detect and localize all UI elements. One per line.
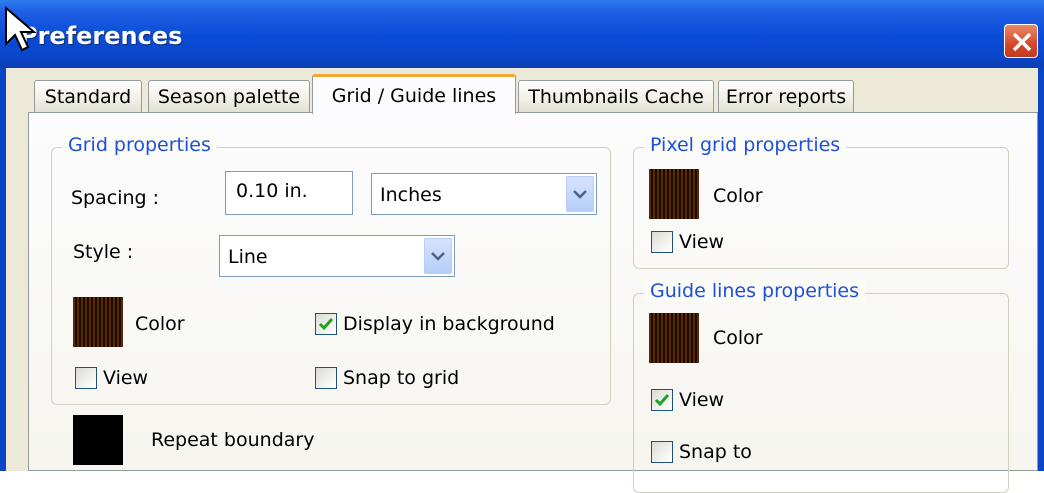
- window-title: Preferences: [20, 22, 183, 50]
- pixel-grid-color-swatch[interactable]: [649, 169, 699, 219]
- snap-to-grid-label: Snap to grid: [343, 367, 460, 389]
- guide-lines-color-label: Color: [713, 327, 763, 349]
- chevron-down-icon[interactable]: [566, 176, 594, 212]
- tab-panel: Grid properties Spacing : 0.10 in. Inche…: [28, 112, 1038, 493]
- grid-view-checkbox[interactable]: [75, 367, 97, 389]
- tab-label: Thumbnails Cache: [528, 85, 704, 108]
- grid-color-label: Color: [135, 313, 185, 335]
- checkmark-icon: [318, 318, 334, 331]
- chevron-down-icon[interactable]: [424, 238, 452, 274]
- repeat-boundary-label: Repeat boundary: [151, 429, 315, 451]
- guide-lines-color-swatch[interactable]: [649, 313, 699, 363]
- spacing-value: 0.10 in.: [236, 180, 308, 202]
- group-title: Grid properties: [62, 134, 217, 156]
- tab-label: Season palette: [157, 85, 301, 108]
- guide-lines-snap-to-checkbox[interactable]: [651, 441, 673, 463]
- checkmark-icon: [654, 394, 670, 407]
- tab-label: Error reports: [725, 85, 847, 108]
- tab-label: Grid / Guide lines: [331, 84, 497, 107]
- repeat-boundary-swatch[interactable]: [73, 415, 123, 465]
- tab-label: Standard: [44, 85, 132, 108]
- grid-color-swatch[interactable]: [73, 297, 123, 347]
- pixel-grid-color-label: Color: [713, 185, 763, 207]
- title-bar[interactable]: Preferences: [0, 0, 1044, 68]
- group-title: Guide lines properties: [644, 280, 866, 302]
- guide-lines-view-label: View: [679, 389, 725, 411]
- guide-lines-snap-to-label: Snap to: [679, 441, 752, 463]
- tab-standard[interactable]: Standard: [34, 80, 142, 112]
- tab-thumbnails-cache[interactable]: Thumbnails Cache: [518, 80, 714, 112]
- pixel-grid-view-checkbox[interactable]: [651, 231, 673, 253]
- snap-to-grid-checkbox[interactable]: [315, 367, 337, 389]
- style-label: Style :: [73, 241, 134, 263]
- display-in-background-label: Display in background: [343, 313, 555, 335]
- unit-select[interactable]: Inches: [371, 173, 597, 215]
- mouse-pointer-icon: [5, 6, 37, 52]
- guide-lines-view-checkbox[interactable]: [651, 389, 673, 411]
- unit-value: Inches: [380, 184, 442, 206]
- close-button[interactable]: [1004, 24, 1038, 58]
- style-value: Line: [228, 246, 268, 268]
- spacing-label: Spacing :: [71, 187, 160, 209]
- tab-season-palette[interactable]: Season palette: [148, 80, 310, 112]
- pixel-grid-view-label: View: [679, 231, 725, 253]
- tab-error-reports[interactable]: Error reports: [718, 80, 854, 112]
- style-select[interactable]: Line: [219, 235, 455, 277]
- display-in-background-checkbox[interactable]: [315, 313, 337, 335]
- close-icon: [1012, 32, 1032, 52]
- group-title: Pixel grid properties: [644, 134, 847, 156]
- grid-view-label: View: [103, 367, 149, 389]
- spacing-input[interactable]: 0.10 in.: [225, 171, 353, 215]
- tab-grid-guide-lines[interactable]: Grid / Guide lines: [312, 74, 516, 114]
